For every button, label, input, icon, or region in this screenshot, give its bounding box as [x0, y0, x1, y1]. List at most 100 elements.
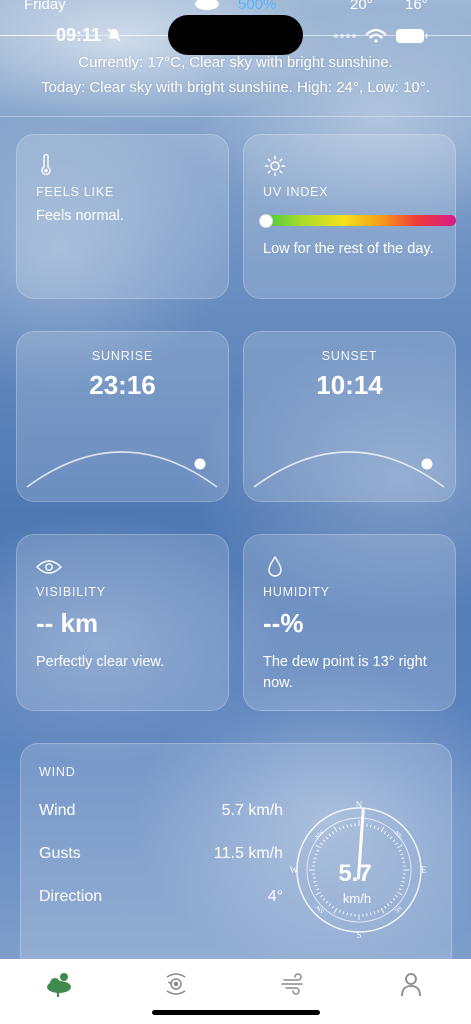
sun-position-dot — [194, 458, 206, 470]
compass-sw: SW — [315, 903, 326, 914]
compass-tick — [377, 827, 380, 831]
compass-tick — [314, 853, 318, 856]
feels-like-title: FEELS LIKE — [36, 185, 115, 199]
compass-tick — [402, 877, 406, 879]
person-icon — [401, 973, 421, 997]
compass-tick — [342, 911, 345, 915]
compass-tick — [389, 900, 393, 904]
day-label: Friday — [24, 0, 66, 13]
compass-tick — [342, 825, 345, 829]
compass-tick — [401, 857, 405, 860]
compass-tick — [346, 912, 349, 916]
radar-icon — [166, 973, 186, 995]
compass-tick — [396, 891, 403, 896]
compass-tick — [313, 857, 317, 860]
compass-se: SE — [393, 904, 402, 913]
humidity-card[interactable]: HUMIDITY --% The dew point is 13° right … — [243, 534, 456, 711]
wind-value: 5.7 km/h — [221, 802, 283, 819]
compass-tick — [313, 880, 317, 883]
compass-tick — [316, 888, 320, 891]
droplet-icon — [268, 556, 282, 577]
compass-tick — [389, 836, 393, 840]
compass-n: N — [356, 800, 363, 810]
uv-scale-bar — [259, 214, 456, 228]
eye-icon — [36, 560, 62, 574]
sunrise-card[interactable]: SUNRISE 23:16 — [16, 331, 229, 502]
compass-tick — [346, 824, 349, 828]
today-summary: Today: Clear sky with bright sunshine. H… — [41, 79, 430, 96]
compass-w: W — [290, 865, 299, 875]
uv-index-title: UV INDEX — [263, 185, 329, 199]
compass-tick — [315, 891, 322, 896]
tab-wind[interactable] — [278, 969, 310, 999]
compass-tick — [401, 880, 405, 883]
humidity-value: --% — [263, 608, 304, 638]
compass-tick — [320, 842, 324, 846]
compass-tick — [392, 839, 396, 843]
uv-index-card[interactable]: UV INDEX Low for the rest of the day. — [243, 134, 456, 299]
compass-tick — [350, 823, 352, 827]
compass-tick — [314, 884, 318, 887]
compass-unit: km/h — [343, 891, 371, 906]
thermometer-icon — [41, 154, 51, 176]
current-conditions: Currently: 17°C, Clear sky with bright s… — [78, 54, 393, 71]
wind-icon — [281, 973, 303, 995]
compass-tick — [369, 824, 372, 828]
sunset-title: SUNSET — [321, 349, 378, 363]
compass-speed: 5.7 — [338, 860, 371, 887]
compass-tick — [338, 827, 341, 831]
compass-tick — [400, 853, 404, 856]
compass-ne: NE — [393, 830, 403, 840]
cloud-sun-icon — [47, 973, 71, 997]
humidity-text: The dew point is 13° right now. — [263, 654, 427, 691]
compass-tick — [373, 825, 376, 829]
compass-tick — [322, 897, 326, 901]
compass-tick — [316, 849, 320, 852]
compass-tick — [366, 823, 368, 827]
compass-tick — [394, 842, 398, 846]
visibility-card[interactable]: VISIBILITY -- km Perfectly clear view. — [16, 534, 229, 711]
compass-tick — [325, 900, 329, 904]
tab-radar[interactable] — [160, 969, 192, 999]
battery-icon — [396, 29, 428, 43]
wind-label: Wind — [39, 802, 76, 819]
compass-tick — [312, 877, 316, 879]
wind-title: WIND — [39, 765, 76, 779]
sun-icon — [264, 155, 286, 177]
sunrise-title: SUNRISE — [91, 349, 154, 363]
compass-tick — [350, 913, 352, 917]
sunset-card[interactable]: SUNSET 10:14 — [243, 331, 456, 502]
direction-label: Direction — [39, 888, 103, 905]
direction-value: 4° — [267, 888, 283, 905]
compass-tick — [386, 903, 390, 907]
compass-tick — [386, 833, 390, 837]
compass-tick — [402, 861, 406, 863]
compass-tick — [400, 884, 404, 887]
compass-tick — [325, 836, 329, 840]
sunrise-time: 23:16 — [89, 370, 156, 400]
gusts-value: 11.5 km/h — [213, 845, 283, 862]
visibility-title: VISIBILITY — [36, 585, 106, 599]
compass-tick — [373, 911, 376, 915]
sun-path-arc — [253, 451, 445, 488]
uv-level-indicator — [259, 214, 273, 228]
compass-tick — [333, 907, 338, 914]
tab-profile[interactable] — [395, 969, 427, 999]
bell-muted-icon — [107, 28, 121, 42]
compass-tick — [333, 826, 338, 833]
humidity-title: HUMIDITY — [263, 585, 330, 599]
temp-a: 20° — [350, 0, 373, 13]
sun-position-dot — [421, 458, 433, 470]
tab-weather[interactable] — [44, 969, 76, 999]
compass-tick — [369, 912, 372, 916]
compass-tick — [312, 861, 316, 863]
compass-tick — [328, 833, 332, 837]
sunset-time: 10:14 — [316, 370, 383, 400]
feels-like-card[interactable]: FEELS LIKE Feels normal. — [16, 134, 229, 299]
gusts-label: Gusts — [39, 845, 81, 862]
sun-path-arc — [26, 451, 218, 488]
compass-s: S — [356, 930, 361, 940]
wind-card[interactable]: WIND Wind 5.7 km/h Gusts 11.5 km/h Direc… — [20, 743, 452, 975]
temp-b: 16° — [405, 0, 428, 13]
home-indicator — [152, 1010, 320, 1015]
